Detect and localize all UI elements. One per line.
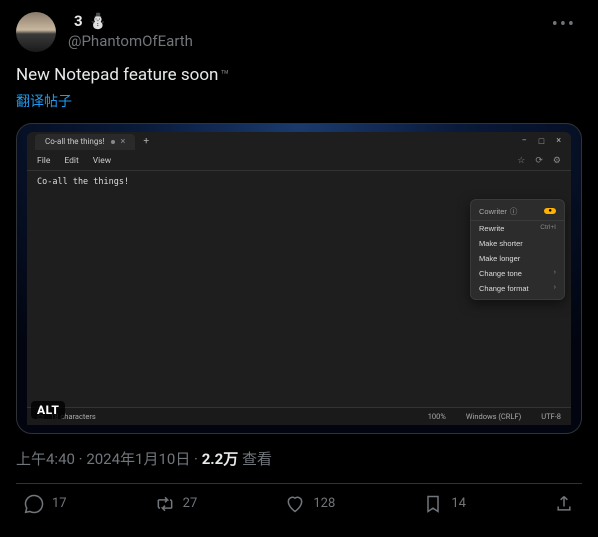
editor-content: Co-all the things! [37,177,129,187]
notepad-window: Co-all the things! × + − □ × File Edit V… [27,132,571,425]
minimize-icon: − [522,136,527,147]
meta-time[interactable]: 上午4:40 [16,450,75,468]
heart-icon [285,494,305,514]
ctx-title: Cowriter [479,207,507,216]
ctx-header: Cowriter ⓘ ● [471,203,564,221]
notepad-titlebar: Co-all the things! × + − □ × [27,132,571,152]
retweet-icon [155,494,175,514]
menu-view: View [93,156,111,166]
notepad-menubar: File Edit View ☆ ⟳ ⚙ [27,152,571,171]
ctx-label: Make shorter [479,239,523,248]
bookmark-count: 14 [451,496,466,511]
status-right: 100% Windows (CRLF) UTF-8 [428,412,561,421]
avatar[interactable] [16,12,56,52]
refresh-icon: ⟳ [535,156,543,166]
bookmark-icon [423,494,443,514]
ctx-label: Change tone [479,269,522,278]
share-icon [554,494,574,514]
notepad-editor: Co-all the things! Cowriter ⓘ ● Rewrite … [27,171,571,407]
ctx-label: Make longer [479,254,520,263]
close-icon: × [556,136,561,147]
badge-number: 3 [74,12,83,32]
like-button[interactable]: 128 [285,494,335,514]
reply-button[interactable]: 17 [24,494,67,514]
ctx-label: Change format [479,284,529,293]
ctx-item-shorter: Make shorter [471,236,564,251]
snowman-icon: ⛄ [89,12,108,32]
status-encoding: UTF-8 [541,412,561,421]
tab-modified-dot-icon [111,140,115,144]
display-name-row[interactable]: 3 ⛄ [68,12,193,32]
notepad-tab: Co-all the things! × [35,134,135,150]
share-button[interactable] [554,494,574,514]
ctx-item-longer: Make longer [471,251,564,266]
ctx-item-format: Change format › [471,281,564,296]
alt-badge[interactable]: ALT [31,401,65,419]
cowriter-menu: Cowriter ⓘ ● Rewrite Ctrl+I Make shorter… [470,199,565,300]
retweet-count: 27 [183,496,198,511]
user-handle[interactable]: @PhantomOfEarth [68,32,193,52]
menubar-right: ☆ ⟳ ⚙ [517,156,561,166]
tab-close-icon: × [121,137,126,147]
ctx-shortcut: Ctrl+I [540,224,556,233]
ctx-item-rewrite: Rewrite Ctrl+I [471,221,564,236]
tweet-text-content: New Notepad feature soon [16,65,218,85]
star-icon: ☆ [517,156,525,166]
chevron-right-icon: › [554,284,556,293]
ctx-item-tone: Change tone › [471,266,564,281]
user-row: 3 ⛄ @PhantomOfEarth [16,12,193,52]
tweet-actions: 17 27 128 14 [16,484,582,524]
retweet-button[interactable]: 27 [155,494,198,514]
meta-sep: · [75,450,86,468]
notepad-statusbar: ▭ 18 characters 100% Windows (CRLF) UTF-… [27,407,571,425]
status-line-ending: Windows (CRLF) [466,412,521,421]
meta-date[interactable]: 2024年1月10日 [86,450,190,468]
window-controls: − □ × [522,136,567,147]
menu-edit: Edit [64,156,78,166]
gear-icon: ⚙ [553,156,561,166]
maximize-icon: □ [539,136,544,147]
meta-views-count: 2.2万 [202,450,239,468]
tweet-media[interactable]: Co-all the things! × + − □ × File Edit V… [16,123,582,434]
names: 3 ⛄ @PhantomOfEarth [68,12,193,52]
chevron-right-icon: › [554,269,556,278]
more-button[interactable]: ••• [546,12,582,37]
tweet-meta: 上午4:40 · 2024年1月10日 · 2.2万 查看 [16,448,582,469]
tweet-container: 3 ⛄ @PhantomOfEarth ••• New Notepad feat… [0,0,598,524]
info-icon: ⓘ [510,206,518,217]
reply-icon [24,494,44,514]
tm-mark: ™ [220,68,229,84]
tweet-text: New Notepad feature soon™ [16,64,582,87]
tweet-header: 3 ⛄ @PhantomOfEarth ••• [16,12,582,52]
meta-views-label: 查看 [238,450,272,468]
menu-file: File [37,156,50,166]
ctx-badge: ● [544,208,556,214]
ctx-label: Rewrite [479,224,504,233]
like-count: 128 [313,496,335,511]
meta-sep: · [190,450,201,468]
new-tab-button: + [143,136,149,147]
status-zoom: 100% [428,412,446,421]
tab-title: Co-all the things! [45,137,105,146]
bookmark-button[interactable]: 14 [423,494,466,514]
reply-count: 17 [52,496,67,511]
translate-link[interactable]: 翻译帖子 [16,91,72,111]
